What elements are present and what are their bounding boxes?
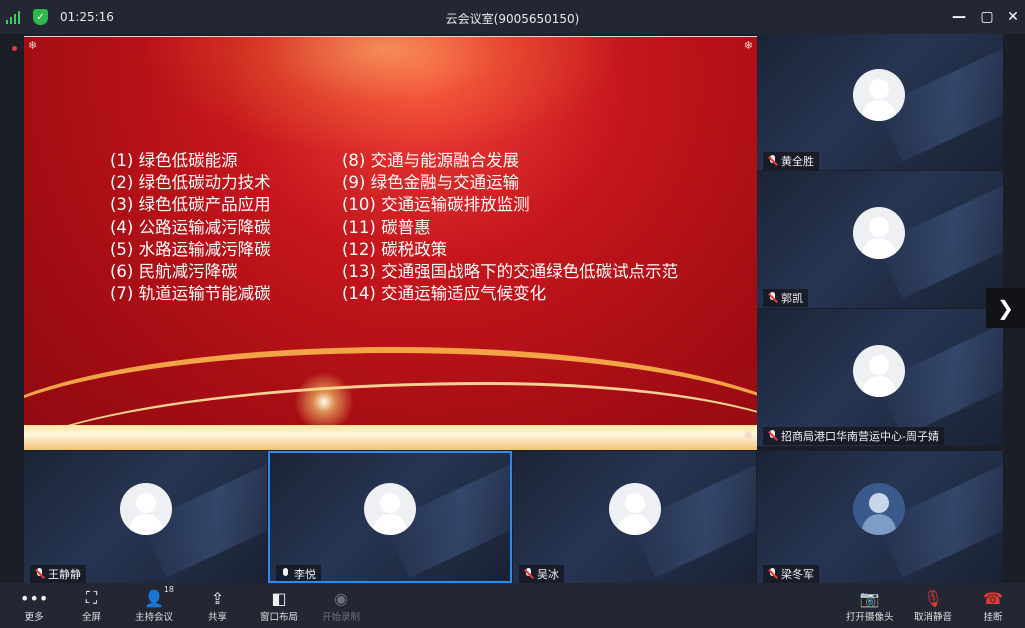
more-dots-icon: ••• (20, 588, 49, 608)
avatar-photo (853, 483, 905, 535)
slide-topic: (2) 绿色低碳动力技术 (110, 173, 271, 193)
host-meeting-button[interactable]: 👤 18 主持会议 (135, 585, 174, 623)
participant-count-badge: 18 (163, 585, 174, 594)
maximize-button[interactable]: ▢ (976, 6, 998, 28)
participant-tile[interactable]: 招商局港口华南营运中心-周子婧 (757, 309, 1003, 446)
toolbar-label: 共享 (208, 612, 228, 623)
toolbar-label: 更多 (24, 612, 44, 623)
slide-topic: (5) 水路运输减污降碳 (110, 239, 271, 259)
more-button[interactable]: ••• 更多 (20, 587, 49, 624)
avatar (853, 207, 905, 259)
slide-floor-decoration (24, 425, 757, 450)
meeting-toolbar: ••• 更多 ⛶ 全屏 👤 18 主持会议 ⇪ 共享 ◧ 窗口布局 ◉ 开始录制 … (0, 583, 1025, 628)
mic-on-icon (280, 568, 290, 580)
share-screen-icon: ⇪ (210, 588, 225, 608)
slide-topic: (4) 公路运输减污降碳 (110, 217, 271, 237)
slide-topic: (9) 绿色金融与交通运输 (342, 173, 520, 193)
start-recording-button[interactable]: ◉ 开始录制 (322, 587, 361, 624)
participant-tile[interactable]: 梁冬军 (757, 451, 1003, 583)
mic-muted-icon (767, 430, 778, 442)
slide-topic-list-left: (1) 绿色低碳能源 (2) 绿色低碳动力技术 (3) 绿色低碳产品应用 (4)… (110, 150, 271, 305)
snowflake-icon: ❄ (743, 429, 753, 442)
slide-topic: (12) 碳税政策 (342, 239, 448, 259)
participant-nametag: 王静静 (30, 565, 86, 583)
participant-nametag: 黄全胜 (763, 152, 819, 170)
share-button[interactable]: ⇪ 共享 (208, 587, 228, 624)
window-title: 云会议室(9005650150) (445, 12, 580, 26)
slide-topic: (10) 交通运输碳排放监测 (342, 195, 530, 215)
fullscreen-button[interactable]: ⛶ 全屏 (82, 587, 101, 623)
unmute-button[interactable]: 🎙 取消静音 (914, 587, 953, 624)
next-page-arrow-icon[interactable]: ❯ (986, 288, 1025, 328)
hang-up-button[interactable]: ☎ 挂断 (983, 587, 1003, 624)
participant-name: 郭凯 (781, 292, 803, 305)
slide-topic: (14) 交通运输适应气候变化 (342, 284, 547, 304)
slide-topic: (13) 交通强国战略下的交通绿色低碳试点示范 (342, 262, 679, 282)
toolbar-label: 挂断 (983, 612, 1003, 623)
title-bar: ✓ 01:25:16 云会议室(9005650150) — ▢ ✕ (0, 0, 1025, 34)
avatar (364, 483, 416, 535)
mic-muted-icon (34, 568, 45, 580)
participant-nametag: 招商局港口华南营运中心-周子婧 (763, 427, 944, 445)
mic-muted-icon (523, 568, 534, 580)
layout-icon: ◧ (271, 588, 287, 608)
participant-nametag: 李悦 (276, 565, 321, 581)
mic-muted-icon (767, 292, 778, 304)
participant-nametag: 梁冬军 (763, 565, 819, 583)
shared-screen: ❄ ❄ ❄ (1) 绿色低碳能源 (2) 绿色低碳动力技术 (3) 绿色低碳产品… (24, 36, 757, 450)
participant-tile[interactable]: 吴冰 (513, 451, 756, 583)
avatar (609, 483, 661, 535)
participant-name: 招商局港口华南营运中心-周子婧 (781, 430, 939, 443)
recording-indicator-dot (12, 46, 17, 51)
toolbar-label: 窗口布局 (260, 612, 299, 623)
participant-tile[interactable]: 郭凯 (757, 171, 1003, 308)
phone-hangup-icon: ☎ (983, 588, 1003, 608)
mic-muted-icon (767, 568, 778, 580)
slide-topic: (3) 绿色低碳产品应用 (110, 195, 271, 215)
fullscreen-icon: ⛶ (85, 588, 98, 607)
slide-sparkle-decoration (144, 37, 624, 157)
toolbar-label: 开始录制 (322, 612, 361, 623)
toolbar-label: 打开摄像头 (846, 612, 894, 623)
participant-tile-active-speaker[interactable]: 李悦 (268, 451, 512, 583)
slide-glow-decoration (294, 372, 354, 432)
participant-name: 李悦 (294, 568, 316, 581)
open-camera-button[interactable]: 📷 打开摄像头 (846, 587, 894, 624)
slide-topic: (11) 碳普惠 (342, 217, 431, 237)
participant-nametag: 郭凯 (763, 289, 808, 307)
camera-off-icon: 📷 (859, 588, 880, 608)
participant-tile[interactable]: 黄全胜 (757, 34, 1003, 170)
window-layout-button[interactable]: ◧ 窗口布局 (260, 587, 299, 624)
close-button[interactable]: ✕ (1002, 6, 1024, 28)
slide-topic: (1) 绿色低碳能源 (110, 151, 238, 170)
participant-name: 王静静 (48, 568, 81, 581)
mic-muted-icon (767, 155, 778, 167)
toolbar-label: 全屏 (82, 612, 102, 623)
record-icon: ◉ (334, 588, 348, 608)
avatar (853, 345, 905, 397)
slide-topic: (7) 轨道运输节能减碳 (110, 284, 271, 304)
snowflake-icon: ❄ (28, 39, 38, 52)
slide-topic: (8) 交通与能源融合发展 (342, 151, 520, 170)
slide-topic: (6) 民航减污降碳 (110, 262, 238, 282)
mic-off-icon: 🎙 (922, 588, 944, 608)
toolbar-label: 取消静音 (914, 612, 953, 623)
slide-topic-list-right: (8) 交通与能源融合发展 (9) 绿色金融与交通运输 (10) 交通运输碳排放… (342, 150, 678, 305)
minimize-button[interactable]: — (948, 6, 970, 28)
participant-tile[interactable]: 王静静 (24, 451, 267, 583)
participant-name: 梁冬军 (781, 568, 814, 581)
snowflake-icon: ❄ (743, 39, 753, 52)
participant-name: 吴冰 (537, 568, 559, 581)
avatar (853, 69, 905, 121)
avatar (120, 483, 172, 535)
participants-icon: 👤 18 (144, 585, 174, 608)
toolbar-label: 主持会议 (135, 612, 174, 623)
participant-nametag: 吴冰 (519, 565, 564, 583)
participant-name: 黄全胜 (781, 155, 814, 168)
